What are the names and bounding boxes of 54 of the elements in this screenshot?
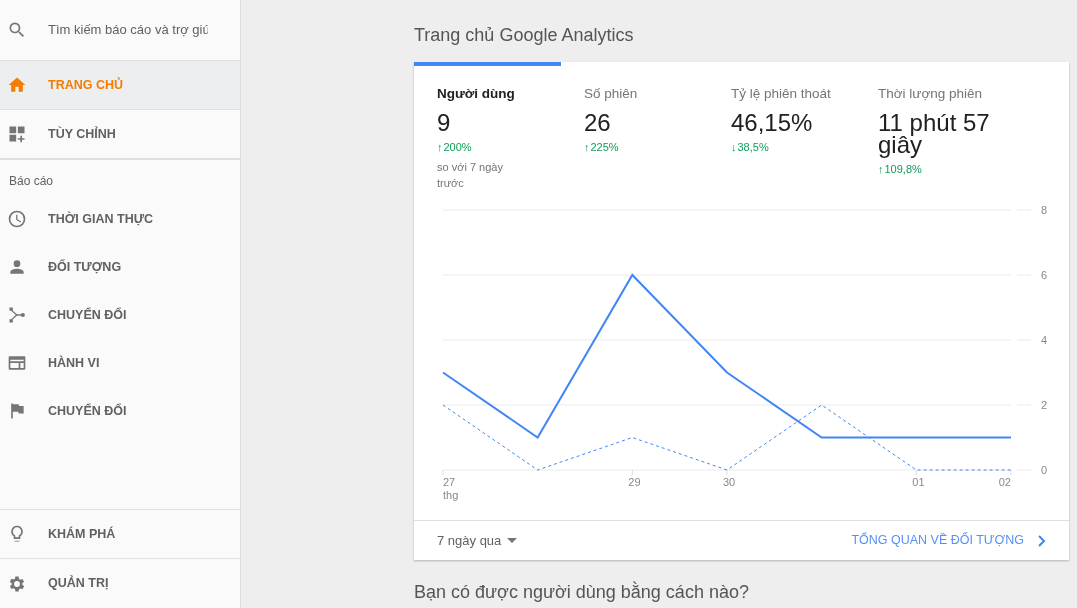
nav-item[interactable]: KHÁM PHÁ <box>0 510 240 559</box>
metric-value: 9 <box>437 112 452 135</box>
date-range-dropdown[interactable]: 7 ngày qua <box>437 530 518 551</box>
caret-icon <box>507 538 518 543</box>
nav-item[interactable]: CHUYỂN ĐỔI <box>0 387 240 435</box>
y-axis-label: 0 <box>1040 464 1047 476</box>
metric-value: 26 <box>584 112 612 135</box>
chevron-right-icon <box>1038 534 1046 547</box>
metric-label: Tỷ lệ phiên thoát <box>731 85 832 103</box>
x-axis-label: 27 thg <box>443 476 459 501</box>
page-title: Trang chủ Google Analytics <box>414 24 635 47</box>
metric-tab[interactable]: Người dùng 9 ↑200% so với 7 ngày trước <box>414 62 561 202</box>
metric-tab[interactable]: Tỷ lệ phiên thoát 46,15% ↓38,5% <box>708 62 855 202</box>
metric-change: 200% <box>443 140 472 156</box>
browser-window-icon <box>7 353 27 373</box>
comparison-note: so với 7 ngày trước <box>437 159 504 191</box>
x-axis-label: 30 <box>723 476 736 488</box>
nav-item[interactable]: HÀNH VI <box>0 339 240 387</box>
metric-change: 225% <box>590 140 619 156</box>
x-axis-label: 02 <box>998 476 1011 488</box>
y-axis-label: 8 <box>1040 204 1047 216</box>
x-axis-label: 29 <box>628 476 641 488</box>
dashboard-plus-icon <box>7 124 27 144</box>
arrow-icon: ↑ <box>437 139 443 156</box>
person-icon <box>7 257 27 277</box>
metric-value: 46,15% <box>731 112 814 135</box>
x-axis-label: 01 <box>912 476 925 488</box>
metric-label: Số phiên <box>584 85 639 103</box>
arrow-icon: ↓ <box>731 139 737 156</box>
nav-item[interactable]: CHUYỂN ĐỔI <box>0 291 240 339</box>
metric-tab[interactable]: Số phiên 26 ↑225% <box>561 62 708 202</box>
y-axis-label: 4 <box>1040 334 1047 346</box>
nav-item[interactable]: TÙY CHỈNH <box>0 110 240 159</box>
section-label: Báo cáo <box>9 174 54 188</box>
metric-label: Người dùng <box>437 85 516 103</box>
home-icon <box>7 75 27 95</box>
branch-icon <box>7 305 27 325</box>
metric-tab[interactable]: Thời lượng phiên 11 phút 57 giây ↑109,8% <box>855 62 1002 202</box>
metric-change: 38,5% <box>737 140 769 156</box>
clock-icon <box>7 209 27 229</box>
search-icon <box>7 20 27 40</box>
nav-item[interactable]: QUẢN TRỊ <box>0 559 240 608</box>
metric-change: 109,8% <box>884 162 922 178</box>
nav-item[interactable]: ĐỐI TƯỢNG <box>0 243 240 291</box>
search-input[interactable]: Tìm kiếm báo cáo và trợ giú <box>48 20 208 40</box>
nav-item[interactable]: THỜI GIAN THỰC <box>0 195 240 243</box>
y-axis-label: 2 <box>1040 399 1047 411</box>
y-axis-label: 6 <box>1040 269 1047 281</box>
arrow-icon: ↑ <box>878 161 884 178</box>
audience-overview-link[interactable]: TỔNG QUAN VỀ ĐỐI TƯỢNG <box>851 531 1046 550</box>
arrow-icon: ↑ <box>584 139 590 156</box>
metric-label: Thời lượng phiên <box>878 85 984 103</box>
metric-value: 11 phút 57 giây <box>878 112 991 157</box>
section-title: Bạn có được người dùng bằng cách nào? <box>414 580 750 604</box>
